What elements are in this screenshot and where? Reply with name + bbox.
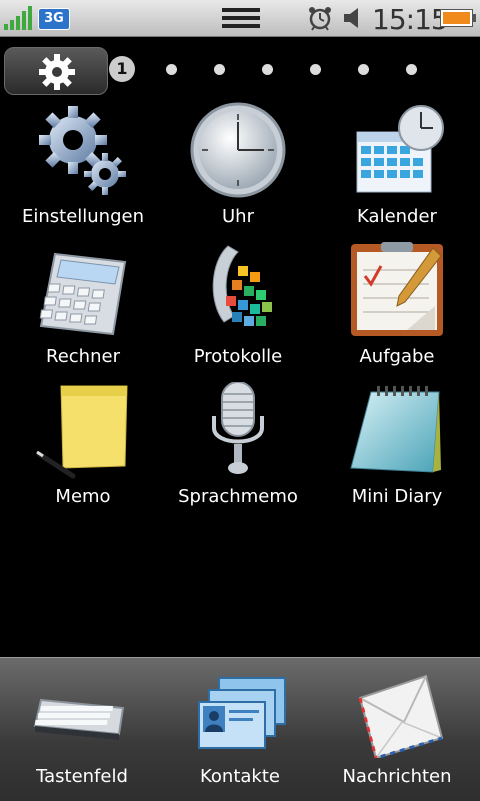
signal-icon xyxy=(4,6,32,30)
app-memo[interactable]: Memo xyxy=(8,382,158,507)
volume-icon xyxy=(344,8,358,28)
dock-nachrichten[interactable]: Nachrichten xyxy=(322,668,472,787)
clock-icon xyxy=(188,102,288,202)
dock-label: Kontakte xyxy=(200,766,280,787)
app-label: Aufgabe xyxy=(359,346,435,367)
app-kalender[interactable]: Kalender xyxy=(322,102,472,227)
dock: Tastenfeld Kontakte Nachrichten xyxy=(0,657,480,801)
status-bar[interactable]: 3G 15:15 xyxy=(0,0,480,37)
page-dot[interactable] xyxy=(310,64,321,75)
app-label: Einstellungen xyxy=(21,206,145,227)
app-label: Protokolle xyxy=(193,346,283,367)
app-aufgabe[interactable]: Aufgabe xyxy=(322,242,472,367)
dock-label: Tastenfeld xyxy=(36,766,128,787)
app-protokolle[interactable]: Protokolle xyxy=(163,242,313,367)
envelope-icon xyxy=(342,668,452,760)
app-uhr[interactable]: Uhr xyxy=(163,102,313,227)
contacts-icon xyxy=(185,668,295,758)
app-label: Mini Diary xyxy=(351,486,443,507)
app-label: Kalender xyxy=(357,206,437,227)
microphone-icon xyxy=(188,381,288,482)
app-label: Sprachmemo xyxy=(178,486,298,507)
app-einstellungen[interactable]: Einstellungen xyxy=(8,102,158,227)
tasks-clipboard-icon xyxy=(347,242,447,342)
page-dot[interactable] xyxy=(358,64,369,75)
page-dot[interactable] xyxy=(406,64,417,75)
dock-label: Nachrichten xyxy=(342,766,452,787)
network-3g-icon: 3G xyxy=(38,8,70,30)
keypad-icon xyxy=(27,668,137,758)
page-dot[interactable] xyxy=(262,64,273,75)
page-indicator-current[interactable]: 1 xyxy=(109,56,135,82)
clock-time: 15:15 xyxy=(372,3,449,36)
calculator-icon xyxy=(33,242,133,342)
app-mini-diary[interactable]: Mini Diary xyxy=(322,382,472,507)
dock-tastenfeld[interactable]: Tastenfeld xyxy=(7,668,157,787)
app-sprachmemo[interactable]: Sprachmemo xyxy=(163,381,313,507)
page-dot[interactable] xyxy=(166,64,177,75)
app-rechner[interactable]: Rechner xyxy=(8,242,158,367)
logs-icon xyxy=(188,242,288,342)
app-label: Rechner xyxy=(46,346,120,367)
app-label: Uhr xyxy=(222,206,254,227)
notepad-icon xyxy=(347,382,447,482)
alarm-icon xyxy=(309,7,331,31)
gear-icon xyxy=(39,54,75,90)
battery-icon xyxy=(440,9,476,27)
home-settings-button[interactable] xyxy=(4,47,108,95)
calendar-icon xyxy=(347,102,447,202)
sticky-note-icon xyxy=(33,382,133,482)
page-dot[interactable] xyxy=(214,64,225,75)
app-label: Memo xyxy=(55,486,111,507)
settings-gears-icon xyxy=(33,102,133,202)
dock-kontakte[interactable]: Kontakte xyxy=(165,668,315,787)
drag-handle-icon[interactable] xyxy=(222,7,260,29)
